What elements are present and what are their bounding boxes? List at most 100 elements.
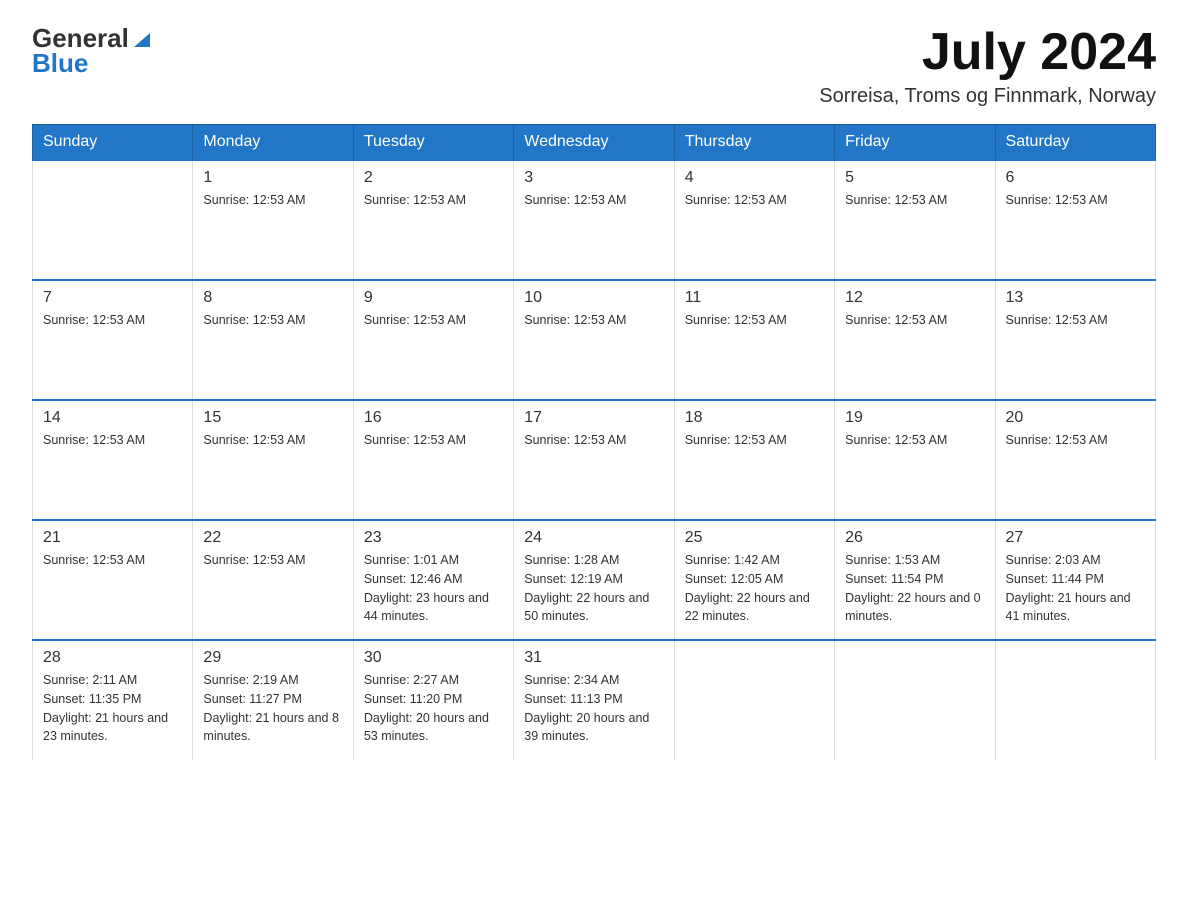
day-number: 14 (43, 409, 182, 427)
calendar-week-row: 1Sunrise: 12:53 AM2Sunrise: 12:53 AM3Sun… (33, 160, 1156, 280)
logo: General Blue (32, 24, 150, 77)
calendar-cell: 19Sunrise: 12:53 AM (835, 400, 995, 520)
calendar-week-row: 14Sunrise: 12:53 AM15Sunrise: 12:53 AM16… (33, 400, 1156, 520)
day-number: 22 (203, 529, 342, 547)
day-number: 17 (524, 409, 663, 427)
calendar-week-row: 7Sunrise: 12:53 AM8Sunrise: 12:53 AM9Sun… (33, 280, 1156, 400)
calendar-cell: 25Sunrise: 1:42 AMSunset: 12:05 AMDaylig… (674, 520, 834, 640)
day-info: Sunrise: 12:53 AM (203, 551, 342, 570)
day-number: 21 (43, 529, 182, 547)
calendar-cell: 7Sunrise: 12:53 AM (33, 280, 193, 400)
calendar-cell: 1Sunrise: 12:53 AM (193, 160, 353, 280)
day-info: Sunrise: 12:53 AM (43, 431, 182, 450)
day-number: 10 (524, 289, 663, 307)
day-number: 30 (364, 649, 503, 667)
calendar-cell: 13 Sunrise: 12:53 AM (995, 280, 1155, 400)
day-number: 4 (685, 169, 824, 187)
calendar-cell: 16Sunrise: 12:53 AM (353, 400, 513, 520)
day-info: Sunrise: 2:19 AMSunset: 11:27 PMDaylight… (203, 671, 342, 746)
day-number: 20 (1006, 409, 1145, 427)
day-info: Sunrise: 12:53 AM (685, 431, 824, 450)
day-info: Sunrise: 1:01 AMSunset: 12:46 AMDaylight… (364, 551, 503, 626)
day-info: Sunrise: 12:53 AM (43, 551, 182, 570)
calendar-week-row: 28 Sunrise: 2:11 AMSunset: 11:35 PMDaylig… (33, 640, 1156, 760)
day-info: Sunrise: 2:34 AMSunset: 11:13 PMDaylight… (524, 671, 663, 746)
day-number: 1 (203, 169, 342, 187)
day-number: 26 (845, 529, 984, 547)
calendar-cell: 20Sunrise: 12:53 AM (995, 400, 1155, 520)
day-info: Sunrise: 12:53 AM (685, 191, 824, 210)
day-info: Sunrise: 2:03 AMSunset: 11:44 PMDaylight… (1006, 551, 1145, 626)
calendar-cell: 22 Sunrise: 12:53 AM (193, 520, 353, 640)
day-info: Sunrise: 12:53 AM (1006, 191, 1145, 210)
day-number: 28 (43, 649, 182, 667)
day-number: 13 (1006, 289, 1145, 307)
calendar-cell: 23Sunrise: 1:01 AMSunset: 12:46 AMDaylig… (353, 520, 513, 640)
day-of-week-header: Sunday (33, 125, 193, 161)
day-info: Sunrise: 12:53 AM (364, 431, 503, 450)
day-of-week-header: Thursday (674, 125, 834, 161)
calendar-cell: 15 Sunrise: 12:53 AM (193, 400, 353, 520)
day-info: Sunrise: 2:11 AMSunset: 11:35 PMDaylight… (43, 671, 182, 746)
day-info: Sunrise: 12:53 AM (845, 431, 984, 450)
day-info: Sunrise: 12:53 AM (203, 431, 342, 450)
day-of-week-header: Tuesday (353, 125, 513, 161)
calendar-cell: 26 Sunrise: 1:53 AMSunset: 11:54 PMDaylig… (835, 520, 995, 640)
days-of-week-row: SundayMondayTuesdayWednesdayThursdayFrid… (33, 125, 1156, 161)
day-number: 29 (203, 649, 342, 667)
calendar-body: 1Sunrise: 12:53 AM2Sunrise: 12:53 AM3Sun… (33, 160, 1156, 760)
day-info: Sunrise: 12:53 AM (685, 311, 824, 330)
day-number: 9 (364, 289, 503, 307)
calendar-cell: 6 Sunrise: 12:53 AM (995, 160, 1155, 280)
day-of-week-header: Friday (835, 125, 995, 161)
day-number: 27 (1006, 529, 1145, 547)
calendar-cell: 14 Sunrise: 12:53 AM (33, 400, 193, 520)
logo-blue-text: Blue (32, 49, 150, 78)
day-number: 18 (685, 409, 824, 427)
day-number: 6 (1006, 169, 1145, 187)
calendar-cell: 10 Sunrise: 12:53 AM (514, 280, 674, 400)
day-of-week-header: Saturday (995, 125, 1155, 161)
day-info: Sunrise: 12:53 AM (1006, 311, 1145, 330)
day-info: Sunrise: 12:53 AM (845, 191, 984, 210)
day-number: 24 (524, 529, 663, 547)
day-number: 5 (845, 169, 984, 187)
calendar-cell (835, 640, 995, 760)
day-info: Sunrise: 12:53 AM (364, 191, 503, 210)
calendar-cell: 24 Sunrise: 1:28 AMSunset: 12:19 AMDaylig… (514, 520, 674, 640)
calendar-cell: 4 Sunrise: 12:53 AM (674, 160, 834, 280)
day-info: Sunrise: 12:53 AM (524, 431, 663, 450)
day-number: 3 (524, 169, 663, 187)
day-number: 8 (203, 289, 342, 307)
calendar-cell: 28 Sunrise: 2:11 AMSunset: 11:35 PMDaylig… (33, 640, 193, 760)
day-number: 12 (845, 289, 984, 307)
day-info: Sunrise: 12:53 AM (524, 191, 663, 210)
calendar-cell: 12 Sunrise: 12:53 AM (835, 280, 995, 400)
calendar-week-row: 21 Sunrise: 12:53 AM 22 Sunrise: 12:53 AM 23… (33, 520, 1156, 640)
calendar-cell: 5 Sunrise: 12:53 AM (835, 160, 995, 280)
calendar-cell: 2 Sunrise: 12:53 AM (353, 160, 513, 280)
day-info: Sunrise: 1:42 AMSunset: 12:05 AMDaylight… (685, 551, 824, 626)
day-info: Sunrise: 12:53 AM (524, 311, 663, 330)
calendar-cell: 9Sunrise: 12:53 AM (353, 280, 513, 400)
calendar-cell: 29 Sunrise: 2:19 AMSunset: 11:27 PMDaylig… (193, 640, 353, 760)
calendar-cell: 8 Sunrise: 12:53 AM (193, 280, 353, 400)
day-info: Sunrise: 1:28 AMSunset: 12:19 AMDaylight… (524, 551, 663, 626)
calendar-cell: 31 Sunrise: 2:34 AMSunset: 11:13 PMDaylig… (514, 640, 674, 760)
day-of-week-header: Wednesday (514, 125, 674, 161)
calendar-cell: 17 Sunrise: 12:53 AM (514, 400, 674, 520)
day-number: 2 (364, 169, 503, 187)
calendar-cell: 11Sunrise: 12:53 AM (674, 280, 834, 400)
location-subtitle: Sorreisa, Troms og Finnmark, Norway (819, 85, 1156, 108)
calendar-cell (674, 640, 834, 760)
calendar-cell: 30Sunrise: 2:27 AMSunset: 11:20 PMDaylig… (353, 640, 513, 760)
day-info: Sunrise: 12:53 AM (845, 311, 984, 330)
day-info: Sunrise: 12:53 AM (203, 311, 342, 330)
title-section: July 2024 Sorreisa, Troms og Finnmark, N… (819, 24, 1156, 108)
day-number: 31 (524, 649, 663, 667)
day-info: Sunrise: 1:53 AMSunset: 11:54 PMDaylight… (845, 551, 984, 626)
month-title: July 2024 (819, 24, 1156, 81)
calendar-cell: 18 Sunrise: 12:53 AM (674, 400, 834, 520)
day-number: 15 (203, 409, 342, 427)
calendar-table: SundayMondayTuesdayWednesdayThursdayFrid… (32, 124, 1156, 760)
